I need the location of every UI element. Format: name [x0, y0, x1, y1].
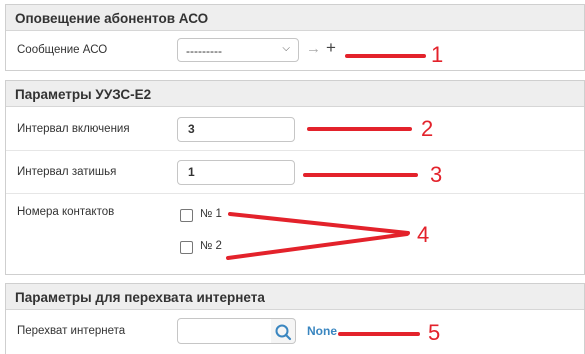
- search-icon: [275, 324, 292, 341]
- interval-quiet-row: Интервал затишья 1: [6, 151, 584, 194]
- internet-panel-title: Параметры для перехвата интернета: [6, 284, 584, 310]
- annotation-number-4: 4: [417, 222, 430, 247]
- intercept-label: Перехват интернета: [17, 325, 126, 337]
- internet-panel: Параметры для перехвата интернета Перехв…: [5, 283, 585, 354]
- contact-1-checkbox[interactable]: [180, 209, 193, 222]
- add-icon[interactable]: +: [326, 38, 336, 58]
- contact-1-label: № 1: [200, 208, 222, 220]
- aso-panel: Оповещение абонентов АСО Сообщение АСО -…: [5, 4, 585, 71]
- intercept-none-link[interactable]: None: [307, 324, 337, 338]
- aso-message-select[interactable]: --------- ⌵: [177, 38, 299, 62]
- chevron-down-icon: ⌵: [282, 43, 290, 54]
- contacts-row: Номера контактов № 1 № 2: [6, 194, 584, 274]
- search-button[interactable]: [271, 318, 296, 344]
- interval-on-row: Интервал включения 3: [6, 107, 584, 151]
- interval-on-label: Интервал включения: [17, 123, 130, 135]
- annotation-number-3: 3: [430, 162, 443, 187]
- intercept-row: Перехват интернета None: [6, 310, 584, 354]
- annotation-number-1: 1: [431, 42, 444, 67]
- aso-message-row: Сообщение АСО --------- ⌵ → +: [6, 31, 584, 70]
- contact-2-checkbox[interactable]: [180, 241, 193, 254]
- interval-quiet-label: Интервал затишья: [17, 166, 117, 178]
- aso-message-label: Сообщение АСО: [17, 44, 108, 56]
- annotation-number-5: 5: [428, 320, 441, 345]
- intercept-input[interactable]: [177, 318, 272, 344]
- uzs-panel-title: Параметры УУЗС-Е2: [6, 81, 584, 107]
- aso-message-select-value: ---------: [186, 44, 222, 58]
- contacts-label: Номера контактов: [17, 206, 115, 218]
- annotation-number-2: 2: [421, 116, 434, 141]
- uzs-panel: Параметры УУЗС-Е2 Интервал включения 3 И…: [5, 80, 585, 275]
- interval-quiet-input[interactable]: 1: [177, 160, 295, 185]
- aso-panel-title: Оповещение абонентов АСО: [6, 5, 584, 31]
- interval-on-input[interactable]: 3: [177, 117, 295, 142]
- contact-2-label: № 2: [200, 240, 222, 252]
- arrow-right-icon[interactable]: →: [306, 40, 321, 57]
